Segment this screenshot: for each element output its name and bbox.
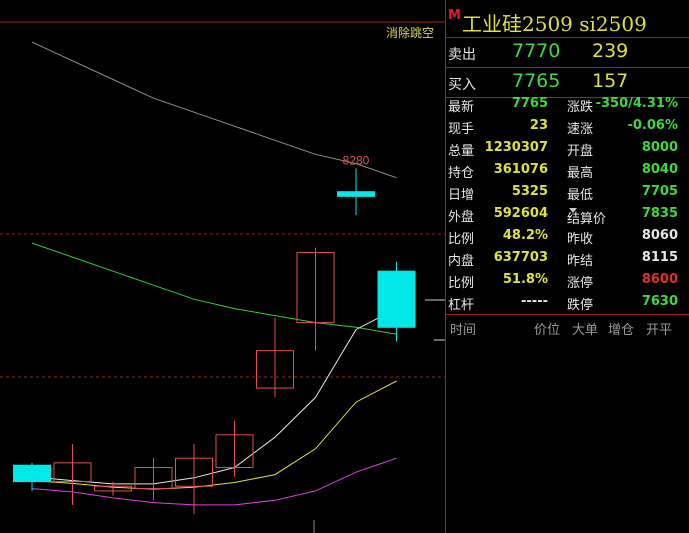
stats-row: 比例 51.8% 涨停 8600 xyxy=(446,270,689,292)
candle-body xyxy=(337,191,375,197)
stat-label: 速涨 xyxy=(567,122,594,137)
stat-value: 7630 xyxy=(641,294,678,309)
stat-label: 涨停 xyxy=(567,276,594,291)
stat-label: 内盘 xyxy=(448,254,475,269)
high-price-annotation: 8280 xyxy=(343,153,370,167)
bid-price: 7765 xyxy=(512,70,561,92)
candle-body xyxy=(13,464,51,483)
stats-row: 最新 7765 涨跌 -350/4.31% xyxy=(446,94,689,116)
stat-value: 7835 xyxy=(641,206,678,221)
stat-value: 361076 xyxy=(493,162,548,177)
stat-value: 51.8% xyxy=(502,272,548,287)
panel-header: M 工业硅2509 si2509 xyxy=(446,0,689,38)
ask-row[interactable]: 卖出 7770 239 xyxy=(446,38,689,68)
ask-price: 7770 xyxy=(512,40,561,62)
stats-row: 杠杆 ----- 跌停 7630 xyxy=(446,292,689,314)
stat-label: 外盘 xyxy=(448,210,475,225)
stat-label: 最新 xyxy=(448,100,475,115)
stats-row: 持仓 361076 最高 8040 xyxy=(446,160,689,182)
bid-volume: 157 xyxy=(592,70,629,92)
quote-panel: M 工业硅2509 si2509 卖出 7770 239 买入 7765 157… xyxy=(445,0,689,533)
chevron-down-icon[interactable] xyxy=(569,208,577,213)
stat-label: 开盘 xyxy=(567,144,594,159)
stat-value: ----- xyxy=(521,294,548,309)
stat-value: 637703 xyxy=(493,250,548,265)
col-time[interactable]: 时间 xyxy=(450,319,476,338)
m-badge-icon[interactable]: M xyxy=(448,8,461,23)
stat-value: 8060 xyxy=(641,228,678,243)
stat-label: 最高 xyxy=(567,166,594,181)
bid-label: 买入 xyxy=(448,77,476,93)
stat-value: 48.2% xyxy=(502,228,548,243)
ma60-line xyxy=(31,242,397,335)
stat-value: 592604 xyxy=(493,206,548,221)
ask-volume: 239 xyxy=(592,40,629,62)
stat-label: 现手 xyxy=(448,122,475,137)
stat-value: 23 xyxy=(529,118,548,133)
stat-label: 总量 xyxy=(448,144,475,159)
stat-value: 8040 xyxy=(641,162,678,177)
stat-label: 日增 xyxy=(448,188,475,203)
kline-chart[interactable]: 8280 消除跳空 xyxy=(0,0,445,533)
stat-value: 7765 xyxy=(511,96,548,111)
stat-label: 昨结 xyxy=(567,254,594,269)
stat-value: -350/4.31% xyxy=(595,96,678,111)
stats-table: 最新 7765 涨跌 -350/4.31% 现手 23 速涨 -0.06% 总量… xyxy=(446,94,689,314)
stats-row: 现手 23 速涨 -0.06% xyxy=(446,116,689,138)
stats-row: 日增 5325 最低 7705 xyxy=(446,182,689,204)
stat-value: 8115 xyxy=(641,250,678,265)
col-oi-change[interactable]: 增仓 xyxy=(608,319,634,338)
stat-label: 比例 xyxy=(448,276,475,291)
stat-label: 比例 xyxy=(448,232,475,247)
ma5-line xyxy=(31,308,397,485)
kline-chart-svg: 8280 xyxy=(0,21,445,533)
stat-label: 昨收 xyxy=(567,232,594,247)
candle-body xyxy=(377,270,416,328)
col-price[interactable]: 价位 xyxy=(534,319,560,338)
divider xyxy=(446,314,689,315)
stat-value: 8000 xyxy=(641,140,678,155)
stats-row: 比例 48.2% 昨收 8060 xyxy=(446,226,689,248)
col-big-order[interactable]: 大单 xyxy=(572,319,598,338)
stat-label: 最低 xyxy=(567,188,594,203)
col-open-close[interactable]: 开平 xyxy=(646,319,672,338)
gap-removal-label[interactable]: 消除跳空 xyxy=(386,24,434,41)
stat-value: 5325 xyxy=(511,184,548,199)
stats-row: 内盘 637703 昨结 8115 xyxy=(446,248,689,270)
ask-label: 卖出 xyxy=(448,47,476,63)
stats-row: 总量 1230307 开盘 8000 xyxy=(446,138,689,160)
contract-title: 工业硅2509 si2509 xyxy=(462,12,647,36)
stat-label: 跌停 xyxy=(567,298,594,313)
stat-value: 1230307 xyxy=(484,140,548,155)
stat-label: 杠杆 xyxy=(448,298,475,313)
stat-value: 8600 xyxy=(641,272,678,287)
stat-value: -0.06% xyxy=(627,118,679,133)
tick-list-header: 时间 价位 大单 增仓 开平 xyxy=(446,318,689,338)
stat-label: 持仓 xyxy=(448,166,475,181)
stat-label: 涨跌 xyxy=(567,100,594,115)
stat-value: 7705 xyxy=(641,184,678,199)
stats-row: 外盘 592604 结算价 7835 xyxy=(446,204,689,227)
